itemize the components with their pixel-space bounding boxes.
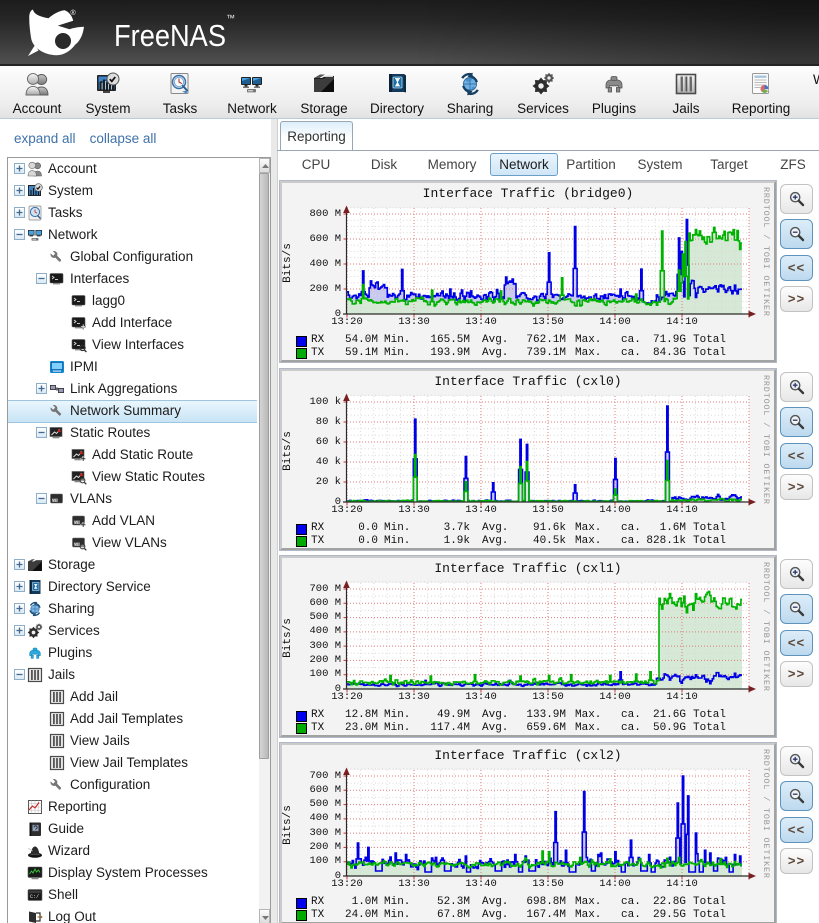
svg-text:®: ® (71, 9, 77, 17)
svg-text:VL: VL (74, 521, 78, 525)
svg-text:™: ™ (226, 13, 235, 23)
svg-text:VL: VL (52, 499, 56, 503)
svg-text:FreeNAS: FreeNAS (114, 18, 226, 53)
svg-text:C:/: C:/ (30, 894, 39, 900)
svg-text:VL: VL (74, 543, 78, 547)
